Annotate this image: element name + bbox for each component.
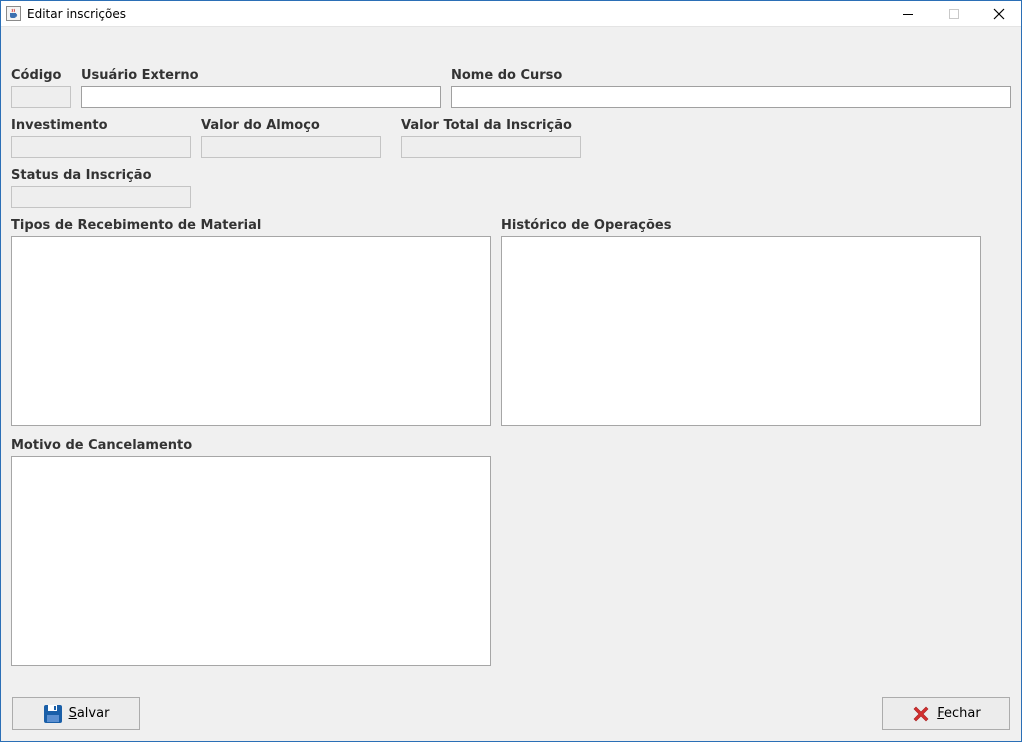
valor-total-label: Valor Total da Inscrição [401,118,572,133]
java-cup-icon [6,6,21,21]
status-field[interactable] [11,186,191,208]
investimento-label: Investimento [11,118,108,133]
maximize-button[interactable] [931,1,977,27]
salvar-label: Salvar [68,706,110,721]
historico-list[interactable] [501,236,981,426]
valor-total-field[interactable] [401,136,581,158]
title-bar[interactable]: Editar inscrições [1,1,1021,27]
red-x-icon [911,704,931,724]
usuario-externo-label: Usuário Externo [81,68,199,83]
close-button[interactable] [976,1,1022,27]
window-title: Editar inscrições [27,7,126,21]
minimize-button[interactable] [885,1,931,27]
fechar-label: Fechar [937,706,981,721]
maximize-icon [949,9,959,19]
minimize-icon [903,14,913,15]
tipos-recebimento-label: Tipos de Recebimento de Material [11,218,262,233]
investimento-field[interactable] [11,136,191,158]
historico-label: Histórico de Operações [501,218,672,233]
fechar-button[interactable]: Fechar [882,697,1010,730]
app-window: Editar inscrições Código Usuário Externo… [0,0,1022,742]
floppy-disk-icon [43,704,63,724]
valor-almoco-field[interactable] [201,136,381,158]
salvar-button[interactable]: Salvar [12,697,140,730]
valor-almoco-label: Valor do Almoço [201,118,320,133]
nome-curso-label: Nome do Curso [451,68,563,83]
close-icon [993,8,1005,20]
motivo-cancelamento-textarea[interactable] [11,456,491,666]
motivo-cancelamento-label: Motivo de Cancelamento [11,438,193,453]
tipos-recebimento-list[interactable] [11,236,491,426]
codigo-label: Código [11,68,62,83]
codigo-field[interactable] [11,86,71,108]
nome-curso-field[interactable] [451,86,1011,108]
status-label: Status da Inscrição [11,168,152,183]
usuario-externo-field[interactable] [81,86,441,108]
